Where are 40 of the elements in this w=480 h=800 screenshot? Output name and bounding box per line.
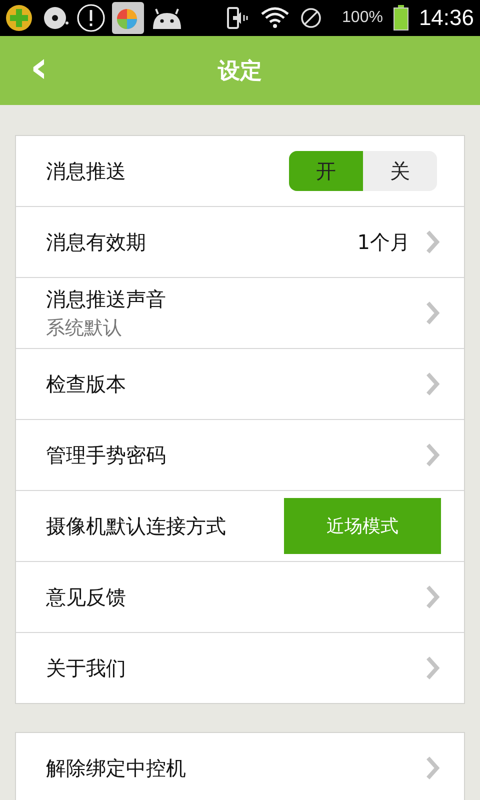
settings-row[interactable]: 关于我们: [16, 632, 464, 703]
app-icon: [112, 2, 144, 34]
row-label: 关于我们: [46, 654, 126, 682]
switch-option[interactable]: 关: [363, 151, 437, 191]
switch-option[interactable]: 开: [289, 151, 363, 191]
chevron-icon: [426, 443, 440, 467]
wifi-icon: [260, 6, 290, 30]
chevron-icon: [426, 230, 440, 254]
settings-row[interactable]: 管理手势密码: [16, 419, 464, 490]
vibrate-icon: [226, 5, 250, 31]
alert-icon: [76, 3, 106, 33]
settings-row[interactable]: 意见反馈: [16, 561, 464, 632]
clock: 14:36: [418, 5, 474, 31]
row-label: 解除绑定中控机: [46, 754, 186, 782]
on-off-switch[interactable]: 开 关: [289, 151, 437, 191]
row-label: 消息推送声音: [46, 286, 166, 312]
settings-row[interactable]: 消息推送声音 系统默认: [16, 277, 464, 348]
chevron-icon: [426, 585, 440, 609]
settings-row[interactable]: 解除绑定中控机: [16, 733, 464, 800]
blocked-icon: [300, 7, 322, 29]
settings-row[interactable]: 摄像机默认连接方式 近场模式: [16, 490, 464, 561]
row-subtitle: 系统默认: [46, 316, 123, 340]
row-label: 管理手势密码: [46, 442, 166, 468]
row-label: 消息有效期: [46, 228, 146, 256]
chevron-icon: [426, 756, 440, 780]
chevron-icon: [426, 372, 440, 396]
page-title: 设定: [218, 58, 262, 86]
row-label: 摄像机默认连接方式: [46, 512, 226, 540]
plus-app-icon: [4, 3, 34, 33]
chevron-icon: [426, 656, 440, 680]
row-label: 检查版本: [46, 370, 126, 398]
battery-icon: [392, 5, 409, 31]
settings-row[interactable]: 消息有效期 1个月: [16, 206, 464, 277]
battery-percent: 100%: [342, 9, 383, 27]
row-label: 消息推送: [46, 158, 126, 184]
chevron-icon: [426, 301, 440, 325]
settings-row[interactable]: 检查版本: [16, 348, 464, 419]
row-label: 意见反馈: [46, 584, 126, 610]
row-value: 1个月: [357, 228, 410, 256]
settings-row[interactable]: 消息推送 开 关: [16, 136, 464, 206]
